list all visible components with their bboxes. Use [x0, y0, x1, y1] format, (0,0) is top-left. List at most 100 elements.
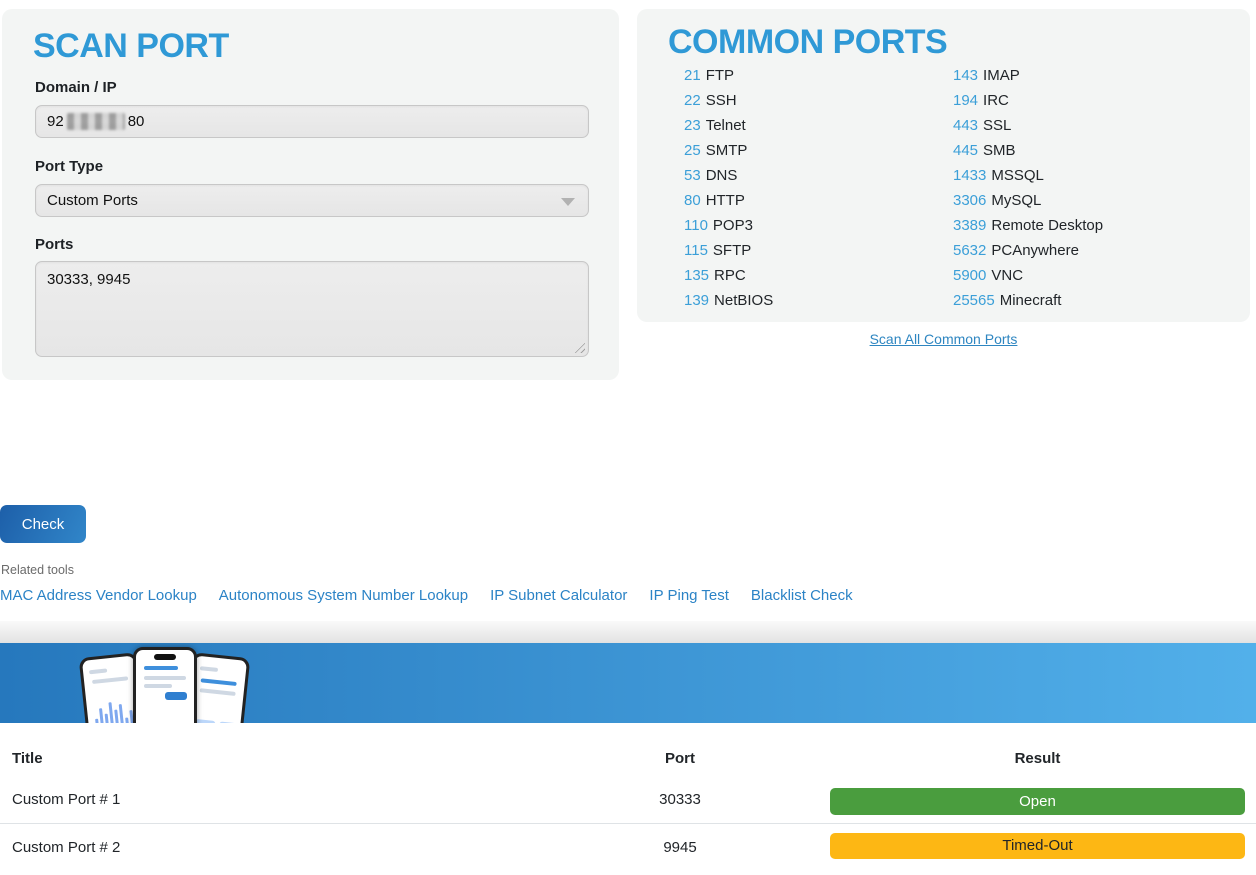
port-number[interactable]: 22 — [684, 92, 701, 109]
port-number[interactable]: 1433 — [953, 167, 986, 184]
common-port-item[interactable]: 25 SMTP — [684, 138, 773, 163]
link-asn-lookup[interactable]: Autonomous System Number Lookup — [219, 587, 468, 604]
scan-all-common-ports-link[interactable]: Scan All Common Ports — [870, 331, 1018, 347]
common-ports-panel: COMMON PORTS 21 FTP 22SSH 23 Telnet 25 SMTP… — [637, 9, 1250, 322]
table-header-title: Title — [12, 750, 43, 767]
scan-port-panel: SCAN PORT Domain / IP 9280 Port Type Cus… — [2, 9, 619, 380]
port-number[interactable]: 3306 — [953, 192, 986, 209]
common-port-item[interactable]: 25565Minecraft — [953, 288, 1103, 313]
common-ports-column-1: 21 FTP 22SSH 23 Telnet 25 SMTP 53 DNS 80HTTP… — [684, 63, 773, 313]
port-name: NetBIOS — [714, 292, 773, 309]
link-blacklist-check[interactable]: Blacklist Check — [751, 587, 853, 604]
port-name: SMTP — [706, 142, 748, 159]
common-port-item[interactable]: 443 SSL — [953, 113, 1103, 138]
common-port-item[interactable]: 110POP3 — [684, 213, 773, 238]
port-number[interactable]: 110 — [684, 217, 708, 234]
scan-all-common-ports-wrap: Scan All Common Ports — [637, 331, 1250, 347]
phone-results-grid — [194, 719, 240, 723]
common-ports-column-2: 143 IMAP 194 IRC 443 SSL 445 SMB 1433 MSSQL 3… — [953, 63, 1103, 313]
table-header-result: Result — [830, 750, 1245, 767]
common-port-item[interactable]: 1433 MSSQL — [953, 163, 1103, 188]
table-row-port: 30333 — [630, 791, 730, 808]
link-mac-address-vendor-lookup[interactable]: MAC Address Vendor Lookup — [0, 587, 197, 604]
port-number[interactable]: 21 — [684, 67, 701, 84]
port-number[interactable]: 5632 — [953, 242, 986, 259]
port-name: SMB — [983, 142, 1016, 159]
phone-chart-graphic — [93, 697, 134, 723]
common-port-item[interactable]: 53 DNS — [684, 163, 773, 188]
ports-textarea[interactable]: 30333, 9945 — [35, 261, 589, 357]
port-number[interactable]: 25 — [684, 142, 701, 159]
common-port-item[interactable]: 3389 Remote Desktop — [953, 213, 1103, 238]
port-number[interactable]: 53 — [684, 167, 701, 184]
domain-ip-input[interactable]: 92 80 — [35, 105, 589, 138]
common-port-item[interactable]: 445 SMB — [953, 138, 1103, 163]
page: SCAN PORT Domain / IP 9280 Port Type Cus… — [0, 0, 1256, 875]
port-number[interactable]: 3389 — [953, 217, 986, 234]
common-port-item[interactable]: 115 SFTP — [684, 238, 773, 263]
port-name: FTP — [706, 67, 734, 84]
common-port-item[interactable]: 5900 VNC — [953, 263, 1103, 288]
port-name: IMAP — [983, 67, 1020, 84]
link-ip-subnet-calculator[interactable]: IP Subnet Calculator — [490, 587, 627, 604]
phone-button-graphic — [165, 692, 187, 700]
port-number[interactable]: 115 — [684, 242, 708, 259]
ports-label: Ports — [35, 236, 73, 253]
common-port-item[interactable]: 194 IRC — [953, 88, 1103, 113]
common-port-item[interactable]: 3306 MySQL — [953, 188, 1103, 213]
common-port-item[interactable]: 22SSH — [684, 88, 773, 113]
common-ports-title: COMMON PORTS — [668, 23, 947, 62]
section-divider-strip — [0, 621, 1256, 643]
port-name: PCAnywhere — [991, 242, 1079, 259]
domain-value-prefix: 92 — [47, 113, 64, 130]
table-row-title: Custom Port # 2 — [12, 839, 120, 856]
port-name: Remote Desktop — [991, 217, 1103, 234]
chevron-down-icon — [561, 198, 575, 206]
port-number[interactable]: 445 — [953, 142, 978, 159]
port-name: SFTP — [713, 242, 751, 259]
link-ip-ping-test[interactable]: IP Ping Test — [649, 587, 729, 604]
port-type-select[interactable]: Custom Ports — [35, 184, 589, 217]
phone-mockup-center — [133, 647, 197, 723]
table-row-divider — [0, 823, 1256, 824]
table-row-title: Custom Port # 1 — [12, 791, 120, 808]
port-number[interactable]: 139 — [684, 292, 709, 309]
related-tools-nav: MAC Address Vendor Lookup Autonomous Sys… — [0, 587, 853, 604]
check-button[interactable]: Check — [0, 505, 86, 543]
ports-value: 30333, 9945 — [47, 271, 130, 288]
port-number[interactable]: 80 — [684, 192, 701, 209]
common-port-item[interactable]: 139 NetBIOS — [684, 288, 773, 313]
common-port-item[interactable]: 143 IMAP — [953, 63, 1103, 88]
port-number[interactable]: 5900 — [953, 267, 986, 284]
port-name: SSL — [983, 117, 1011, 134]
resize-handle-icon[interactable] — [572, 340, 585, 353]
port-number[interactable]: 23 — [684, 117, 701, 134]
port-number[interactable]: 25565 — [953, 292, 995, 309]
mobile-app-banner: Quickly ping any IP from your mobile GET… — [0, 643, 1256, 723]
port-name: DNS — [706, 167, 738, 184]
common-port-item[interactable]: 21 FTP — [684, 63, 773, 88]
port-number[interactable]: 194 — [953, 92, 978, 109]
port-number[interactable]: 135 — [684, 267, 709, 284]
port-name: IRC — [983, 92, 1009, 109]
port-name: MSSQL — [991, 167, 1044, 184]
common-port-item[interactable]: 135RPC — [684, 263, 773, 288]
port-name: VNC — [991, 267, 1023, 284]
port-number[interactable]: 443 — [953, 117, 978, 134]
port-type-label: Port Type — [35, 158, 103, 175]
common-port-item[interactable]: 23 Telnet — [684, 113, 773, 138]
common-port-item[interactable]: 80HTTP — [684, 188, 773, 213]
table-header-port: Port — [630, 750, 730, 767]
port-number[interactable]: 143 — [953, 67, 978, 84]
domain-value-redacted-blur — [67, 113, 125, 130]
scan-port-title: SCAN PORT — [33, 27, 229, 66]
port-type-selected-value: Custom Ports — [47, 192, 138, 209]
phone-mockups-image — [84, 646, 246, 723]
common-port-item[interactable]: 5632 PCAnywhere — [953, 238, 1103, 263]
port-name: Telnet — [706, 117, 746, 134]
phone-notch — [154, 654, 176, 660]
related-tools-label: Related tools — [1, 563, 74, 577]
domain-value-suffix: 80 — [128, 113, 145, 130]
status-badge-open: Open — [830, 788, 1245, 815]
port-name: MySQL — [991, 192, 1041, 209]
